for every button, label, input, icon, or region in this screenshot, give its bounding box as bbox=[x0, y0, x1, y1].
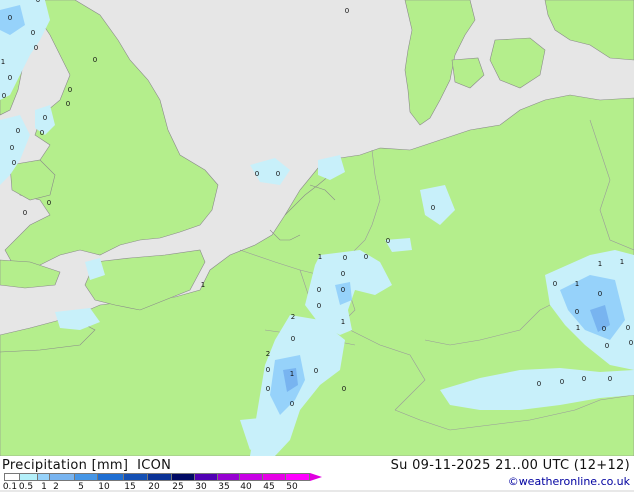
precip-value-label: 0 bbox=[608, 375, 612, 383]
precip-value-label: 0 bbox=[364, 253, 368, 261]
precip-value-label: 2 bbox=[291, 313, 295, 321]
precip-value-label: 0 bbox=[93, 56, 97, 64]
precip-value-label: 0 bbox=[10, 144, 14, 152]
precip-value-label: 1 bbox=[576, 324, 580, 332]
precip-value-label: 0 bbox=[345, 7, 349, 15]
precip-value-label: 0 bbox=[605, 342, 609, 350]
precip-value-label: 0 bbox=[47, 199, 51, 207]
scale-swatch bbox=[218, 473, 240, 481]
valid-time: Su 09-11-2025 21..00 UTC (12+12) bbox=[390, 458, 630, 473]
precip-value-label: 2 bbox=[266, 350, 270, 358]
precip-value-label: 0 bbox=[317, 302, 321, 310]
precip-value-label: 0 bbox=[431, 204, 435, 212]
precip-value-label: 0 bbox=[537, 380, 541, 388]
precip-value-label: 0 bbox=[341, 270, 345, 278]
precipitation-map: 0 0 0 0 1 0 0 0 0 0 0 0 0 0 0 0 0 0 0 0 0 0 1 0 0 0 0 0 0 2 1 1 1 1 0 0 1 0 0 0… bbox=[0, 0, 634, 490]
scale-swatch bbox=[286, 473, 310, 481]
precip-value-label: 0 bbox=[317, 286, 321, 294]
precip-value-label: 0 bbox=[626, 324, 630, 332]
scale-arrow bbox=[310, 473, 322, 481]
credit-link[interactable]: ©weatheronline.co.uk bbox=[508, 475, 630, 488]
scale-swatch bbox=[75, 473, 98, 481]
scale-swatch bbox=[263, 473, 286, 481]
precip-value-label: 0 bbox=[342, 385, 346, 393]
precip-value-label: 0 bbox=[255, 170, 259, 178]
precip-value-label: 0 bbox=[31, 29, 35, 37]
precip-value-label: 0 bbox=[68, 86, 72, 94]
scale-swatch bbox=[148, 473, 172, 481]
precip-value-label: 0 bbox=[343, 254, 347, 262]
precip-value-label: 0 bbox=[629, 339, 633, 347]
precip-value-label: 0 bbox=[598, 290, 602, 298]
map-title: Precipitation [mm] ICON bbox=[2, 458, 172, 473]
precip-value-label: 1 bbox=[201, 281, 205, 289]
precip-value-label: 0 bbox=[575, 308, 579, 316]
precip-value-label: 1 bbox=[598, 260, 602, 268]
precip-value-label: 0 bbox=[553, 280, 557, 288]
scale-swatch bbox=[38, 473, 50, 481]
scale-swatch bbox=[172, 473, 195, 481]
precip-value-label: 0 bbox=[36, 0, 40, 4]
precip-value-label: 1 bbox=[341, 318, 345, 326]
precip-value-label: 0 bbox=[266, 385, 270, 393]
precip-value-label: 0 bbox=[291, 335, 295, 343]
precip-value-label: 0 bbox=[8, 14, 12, 22]
precip-value-label: 0 bbox=[16, 127, 20, 135]
precip-value-label: 0 bbox=[43, 114, 47, 122]
precip-value-label: 0 bbox=[66, 100, 70, 108]
scale-swatch bbox=[124, 473, 148, 481]
precip-value-label: 0 bbox=[314, 367, 318, 375]
color-scale-bar bbox=[4, 473, 322, 482]
precip-value-label: 0 bbox=[290, 400, 294, 408]
scale-swatch bbox=[20, 473, 38, 481]
precip-value-label: 0 bbox=[12, 159, 16, 167]
legend-footer: Precipitation [mm] ICON Su 09-11-2025 21… bbox=[0, 456, 634, 492]
precip-value-label: 0 bbox=[560, 378, 564, 386]
precip-value-label: 0 bbox=[34, 44, 38, 52]
precip-value-label: 0 bbox=[386, 237, 390, 245]
precip-value-label: 0 bbox=[266, 366, 270, 374]
scale-swatch bbox=[195, 473, 218, 481]
precip-value-label: 1 bbox=[290, 370, 294, 378]
precip-value-label: 0 bbox=[341, 286, 345, 294]
precip-value-label: 0 bbox=[2, 92, 6, 100]
precip-value-label: 0 bbox=[276, 170, 280, 178]
precip-value-label: 1 bbox=[1, 58, 5, 66]
precip-value-label: 0 bbox=[8, 74, 12, 82]
precip-value-label: 1 bbox=[620, 258, 624, 266]
scale-swatch bbox=[4, 473, 20, 481]
color-scale-ticks: 0.1 0.5 1 2 5 10 15 20 25 30 35 40 45 50 bbox=[0, 483, 330, 492]
precip-value-label: 0 bbox=[602, 325, 606, 333]
precip-value-label: 0 bbox=[40, 129, 44, 137]
precip-value-label: 0 bbox=[23, 209, 27, 217]
precip-value-label: 1 bbox=[575, 280, 579, 288]
scale-swatch bbox=[98, 473, 124, 481]
scale-swatch bbox=[50, 473, 75, 481]
precip-value-label: 0 bbox=[582, 375, 586, 383]
precip-value-label: 1 bbox=[318, 253, 322, 261]
scale-swatch bbox=[240, 473, 263, 481]
